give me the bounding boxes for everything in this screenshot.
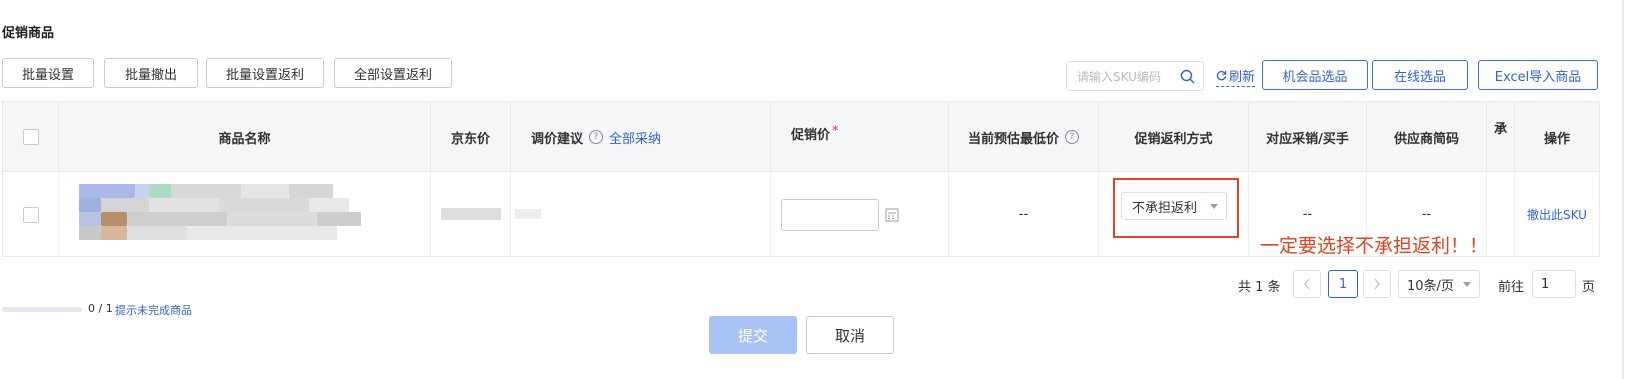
row-select-cell (3, 173, 59, 256)
header-price-suggestion: 调价建议 ? 全部采纳 (511, 102, 771, 172)
rebate-method-select[interactable]: 不承担返利 (1121, 192, 1227, 220)
refresh-button[interactable]: 刷新 (1216, 66, 1256, 87)
promo-price-input[interactable] (781, 198, 879, 231)
withdraw-sku-link[interactable]: 撤出此SKU (1515, 173, 1599, 256)
all-set-rebate-button[interactable]: 全部设置返利 (334, 58, 452, 88)
submit-button[interactable]: 提交 (709, 316, 797, 354)
header-product-name: 商品名称 (59, 102, 431, 172)
header-promo-price: 促销价 * (771, 102, 949, 172)
refresh-icon (1216, 70, 1227, 81)
opportunity-select-button[interactable]: 机会品选品 (1262, 60, 1368, 90)
jd-price-cell (431, 173, 511, 256)
completion-progress-bar (2, 307, 82, 312)
help-icon[interactable]: ? (589, 130, 604, 144)
promo-price-cell (771, 173, 949, 256)
header-estimated-lowest: 当前预估最低价 ? (949, 102, 1099, 172)
excel-import-button[interactable]: Excel导入商品 (1478, 60, 1598, 90)
scrollbar-track[interactable] (1622, 0, 1624, 379)
page-size-select[interactable]: 10条/页 (1398, 270, 1480, 298)
refresh-label: 刷新 (1229, 70, 1256, 85)
annotation-note: 一定要选择不承担返利！！ (1260, 235, 1489, 257)
row-checkbox[interactable] (22, 206, 39, 223)
next-page-button[interactable] (1363, 270, 1391, 298)
blurred-product-info (79, 184, 379, 244)
caret-down-icon (1210, 204, 1218, 209)
header-estimated-lowest-label: 当前预估最低价 (967, 131, 1059, 147)
blurred-jd-price (441, 208, 501, 220)
batch-set-rebate-button[interactable]: 批量设置返利 (206, 58, 324, 88)
batch-set-button[interactable]: 批量设置 (2, 58, 94, 88)
help-icon[interactable]: ? (1065, 130, 1079, 144)
progress-text: 0 / 1 (88, 302, 113, 315)
header-bear: 承 (1487, 102, 1515, 172)
chevron-right-icon (1374, 278, 1380, 290)
sku-search-input[interactable] (1075, 66, 1183, 88)
header-supplier-code: 供应商简码 (1367, 102, 1487, 172)
chevron-left-icon (1304, 278, 1310, 290)
header-actions: 操作 (1543, 131, 1570, 147)
header-rebate-method: 促销返利方式 (1099, 102, 1249, 172)
header-purchase-sales: 对应采销/买手 (1249, 102, 1367, 172)
estimated-lowest-cell: -- (949, 173, 1099, 256)
rebate-method-highlight: 不承担返利 (1113, 178, 1239, 238)
goto-label: 前往 (1498, 280, 1525, 295)
section-title: 促销商品 (2, 26, 55, 41)
batch-withdraw-button[interactable]: 批量撤出 (104, 58, 198, 88)
sku-search (1066, 61, 1204, 91)
prev-page-button[interactable] (1293, 270, 1321, 298)
page-1-button[interactable]: 1 (1328, 270, 1358, 298)
header-jd-price: 京东价 (431, 102, 511, 172)
blurred-price-suggestion (515, 209, 541, 219)
page-unit-label: 页 (1582, 280, 1596, 295)
incomplete-hint-link[interactable]: 提示未完成商品 (115, 302, 192, 318)
price-suggestion-cell (511, 173, 771, 256)
online-select-button[interactable]: 在线选品 (1372, 60, 1468, 90)
rebate-method-value: 不承担返利 (1132, 200, 1198, 216)
cancel-button[interactable]: 取消 (806, 316, 894, 354)
table-header: 商品名称 京东价 调价建议 ? 全部采纳 促销价 * 当前预估最低价 ? 促销返… (3, 102, 1599, 172)
goto-page-input[interactable]: 1 (1532, 270, 1576, 298)
header-promo-price-label: 促销价 (791, 128, 831, 143)
accept-all-link[interactable]: 全部采纳 (609, 128, 661, 147)
calculator-icon[interactable] (885, 208, 899, 222)
header-price-suggestion-label: 调价建议 (531, 131, 584, 147)
required-mark: * (832, 124, 839, 139)
pagination-total: 共 1 条 (1238, 280, 1281, 295)
caret-down-icon (1463, 282, 1471, 287)
header-select-all-cell (3, 102, 59, 172)
product-name-cell (59, 173, 431, 256)
bear-cell (1487, 173, 1515, 256)
search-icon[interactable] (1180, 69, 1195, 84)
page-size-value: 10条/页 (1407, 278, 1454, 294)
select-all-checkbox[interactable] (22, 129, 39, 145)
